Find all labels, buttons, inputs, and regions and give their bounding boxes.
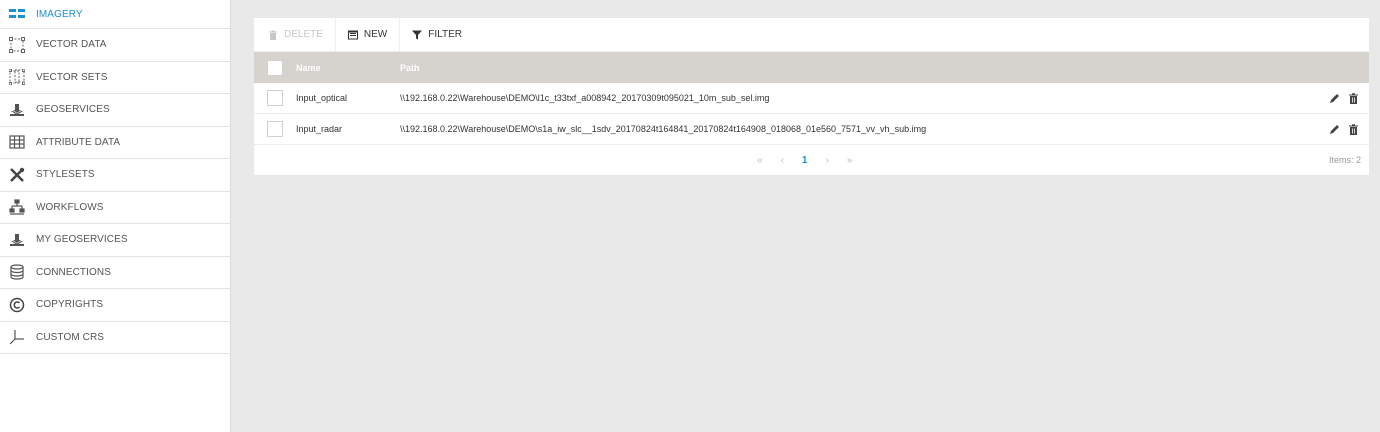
last-page-button[interactable]: » — [847, 155, 853, 166]
imagery-icon — [0, 6, 30, 22]
sidebar-item-label: CONNECTIONS — [36, 266, 111, 278]
delete-button-label: DELETE — [284, 29, 323, 40]
sidebar-item-label: GEOSERVICES — [36, 104, 110, 116]
row-checkbox[interactable] — [267, 121, 283, 137]
sidebar-item-copyrights[interactable]: COPYRIGHTS — [0, 289, 230, 322]
pencil-icon — [1330, 124, 1339, 134]
next-page-button[interactable]: › — [825, 155, 828, 166]
table-icon — [0, 134, 30, 150]
cell-name: Input_optical — [296, 93, 348, 103]
row-actions — [1321, 123, 1369, 135]
sidebar-item-vector-data[interactable]: VECTOR DATA — [0, 29, 230, 62]
imagery-grid-panel: DELETE NEW FILTER Name Path Input_optica… — [254, 17, 1369, 175]
vector-data-icon — [0, 36, 30, 53]
geoservices-icon — [0, 102, 30, 118]
delete-button[interactable]: DELETE — [265, 18, 335, 52]
sidebar-item-label: STYLESETS — [36, 169, 95, 181]
items-count: Items: 2 — [1328, 155, 1361, 165]
select-all-checkbox[interactable] — [267, 59, 283, 76]
sidebar-item-connections[interactable]: CONNECTIONS — [0, 257, 230, 289]
sidebar-item-workflows[interactable]: WORKFLOWS — [0, 192, 230, 224]
pager: « ‹ 1 › » Items: 2 — [254, 145, 1369, 175]
sidebar: IMAGERY VECTOR DATA VECTOR SETS GEOSERVI… — [0, 0, 231, 432]
sidebar-item-my-geoservices[interactable]: MY GEOSERVICES — [0, 224, 230, 257]
pencil-icon — [1330, 93, 1339, 103]
axes-icon — [0, 329, 30, 345]
row-actions — [1321, 92, 1369, 104]
workflow-icon — [0, 199, 30, 215]
delete-row-button[interactable] — [1348, 123, 1359, 135]
filter-button-label: FILTER — [428, 29, 462, 40]
prev-page-button[interactable]: ‹ — [781, 155, 784, 166]
cell-path: \\192.168.0.22\Warehouse\DEMO\l1c_t33txf… — [400, 93, 770, 103]
sidebar-item-label: ATTRIBUTE DATA — [36, 136, 121, 148]
grid-header: Name Path — [254, 52, 1369, 83]
trash-icon — [1349, 123, 1358, 135]
cell-path: \\192.168.0.22\Warehouse\DEMO\s1a_iw_slc… — [400, 124, 927, 134]
sidebar-item-attribute-data[interactable]: ATTRIBUTE DATA — [0, 127, 230, 159]
delete-row-button[interactable] — [1348, 92, 1359, 104]
pager-nav: « ‹ 1 › » — [757, 145, 870, 175]
table-row[interactable]: Input_radar \\192.168.0.22\Warehouse\DEM… — [254, 114, 1369, 145]
filter-button[interactable]: FILTER — [400, 18, 474, 52]
row-checkbox[interactable] — [267, 90, 283, 106]
geoservices-icon — [0, 232, 30, 248]
edit-button[interactable] — [1329, 124, 1340, 135]
new-button[interactable]: NEW — [336, 18, 399, 52]
sidebar-item-label: VECTOR SETS — [36, 71, 108, 83]
database-icon — [0, 264, 30, 280]
sidebar-item-vector-sets[interactable]: VECTOR SETS — [0, 62, 230, 94]
trash-icon — [1349, 92, 1358, 104]
sidebar-item-custom-crs[interactable]: CUSTOM CRS — [0, 322, 230, 354]
column-header-path[interactable]: Path — [400, 63, 1369, 73]
vector-sets-icon — [0, 69, 30, 86]
sidebar-item-geoservices[interactable]: GEOSERVICES — [0, 94, 230, 127]
sidebar-item-label: MY GEOSERVICES — [36, 234, 128, 246]
new-button-label: NEW — [363, 29, 388, 40]
copyright-icon — [0, 297, 30, 313]
sidebar-item-label: VECTOR DATA — [36, 39, 107, 51]
sidebar-item-label: WORKFLOWS — [36, 201, 104, 213]
column-header-name[interactable]: Name — [296, 63, 400, 73]
first-page-button[interactable]: « — [757, 155, 763, 166]
filter-icon — [412, 30, 423, 39]
current-page[interactable]: 1 — [802, 155, 808, 166]
sidebar-item-imagery[interactable]: IMAGERY — [0, 0, 230, 29]
sidebar-item-label: CUSTOM CRS — [36, 331, 105, 343]
edit-button[interactable] — [1329, 93, 1340, 104]
sidebar-item-label: IMAGERY — [36, 8, 83, 20]
sidebar-item-stylesets[interactable]: STYLESETS — [0, 159, 230, 192]
tools-icon — [0, 167, 30, 183]
cell-name: Input_radar — [296, 124, 343, 134]
new-record-icon — [347, 30, 358, 39]
trash-icon — [269, 30, 277, 40]
sidebar-item-label: COPYRIGHTS — [36, 299, 104, 311]
table-row[interactable]: Input_optical \\192.168.0.22\Warehouse\D… — [254, 83, 1369, 114]
toolbar: DELETE NEW FILTER — [254, 17, 1369, 52]
